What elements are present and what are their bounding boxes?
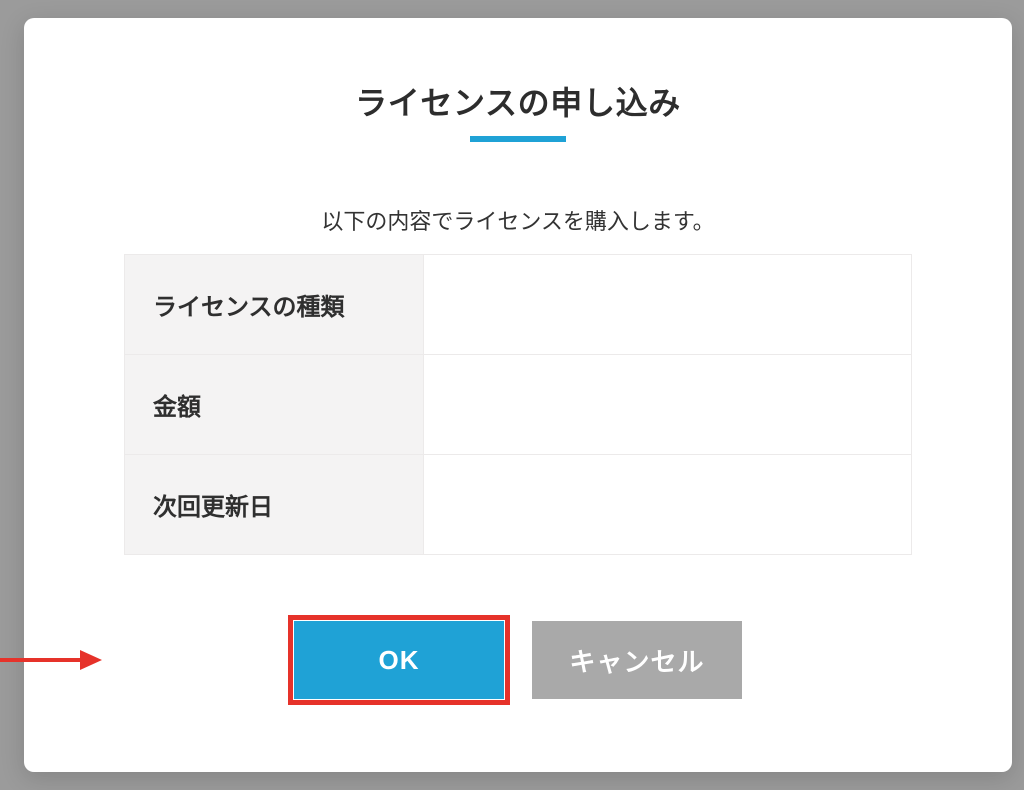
- modal-title: ライセンスの申し込み: [124, 78, 912, 124]
- next-renewal-value: [424, 455, 912, 555]
- amount-label: 金額: [125, 355, 424, 455]
- cancel-button[interactable]: キャンセル: [532, 621, 742, 699]
- ok-button[interactable]: OK: [294, 621, 504, 699]
- next-renewal-label: 次回更新日: [125, 455, 424, 555]
- modal-button-row: OK キャンセル: [124, 621, 912, 699]
- title-underline: [470, 136, 566, 142]
- license-type-label: ライセンスの種類: [125, 255, 424, 355]
- table-row: 次回更新日: [125, 455, 912, 555]
- table-row: 金額: [125, 355, 912, 455]
- amount-value: [424, 355, 912, 455]
- license-info-table: ライセンスの種類 金額 次回更新日: [124, 254, 912, 555]
- table-row: ライセンスの種類: [125, 255, 912, 355]
- license-application-modal: ライセンスの申し込み 以下の内容でライセンスを購入します。 ライセンスの種類 金…: [24, 18, 1012, 772]
- modal-subtitle: 以下の内容でライセンスを購入します。: [124, 204, 912, 236]
- license-type-value: [424, 255, 912, 355]
